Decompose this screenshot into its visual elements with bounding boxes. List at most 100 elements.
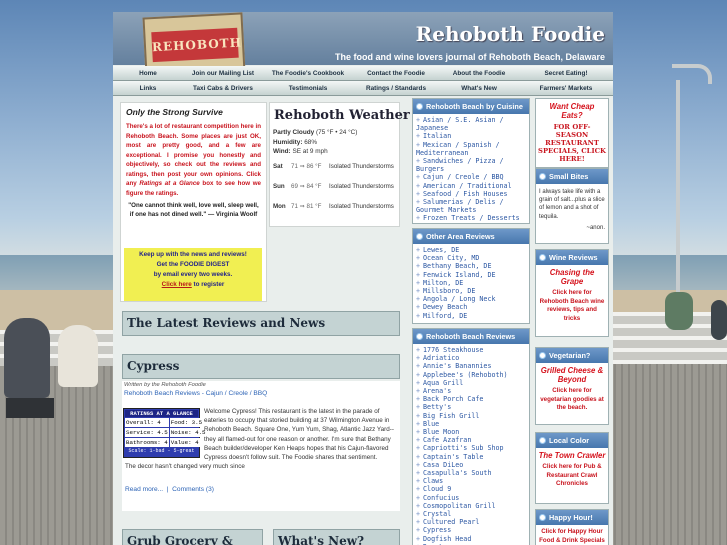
happy-hour-box[interactable]: Happy Hour! Click for Happy Hour Food & … (535, 509, 609, 545)
list-item[interactable]: + Sandwiches / Pizza / Burgers (416, 157, 526, 173)
list-item[interactable]: + Milford, DE (416, 312, 526, 320)
weather-title: Rehoboth Weather (274, 108, 410, 123)
list-item[interactable]: + Captain's Table (416, 453, 526, 461)
list-item[interactable]: + Bethany Beach, DE (416, 262, 526, 270)
site-header: REHOBOTH Rehoboth Foodie The food and wi… (113, 12, 613, 78)
whats-new-heading[interactable]: What's New? (273, 529, 400, 545)
list-item[interactable]: + Dewey Beach (416, 303, 526, 311)
local-color-box[interactable]: Local Color The Town Crawler Click here … (535, 432, 609, 504)
list-item[interactable]: + Ocean City, MD (416, 254, 526, 262)
plus-icon: + (416, 262, 421, 271)
grub-heading[interactable]: Grub Grocery & Deli (122, 529, 263, 545)
nav-farmers-markets[interactable]: Farmers' Markets (519, 85, 613, 92)
nav-ratings[interactable]: Ratings / Standards (353, 85, 439, 92)
nav-contact[interactable]: Contact the Foodie (353, 70, 439, 77)
ratings-at-a-glance[interactable]: RATINGS AT A GLANCE Overall: 4 Food: 3.5… (123, 408, 207, 458)
list-item-label: Milton, DE (423, 278, 464, 287)
list-item[interactable]: + Arena's (416, 387, 526, 395)
cuisine-title: Rehoboth Beach by Cuisine (426, 102, 523, 111)
list-item[interactable]: + Cloud 9 (416, 485, 526, 493)
cuisine-box: Rehoboth Beach by Cuisine + Asian / S.E. … (412, 98, 530, 224)
read-more-link[interactable]: Read more... (125, 486, 163, 493)
list-item[interactable]: + Lewes, DE (416, 246, 526, 254)
nav-links[interactable]: Links (113, 85, 183, 92)
nav-whats-new[interactable]: What's New (439, 85, 519, 92)
cuisine-list: + Asian / S.E. Asian / Japanese + Italian + M… (413, 114, 529, 225)
list-item[interactable]: + Dogfish Head (416, 535, 526, 543)
person-sitting (4, 318, 50, 398)
list-item[interactable]: + Cypress (416, 526, 526, 534)
list-item[interactable]: + Asian / S.E. Asian / Japanese (416, 116, 526, 132)
list-item[interactable]: + Casa DiLeo (416, 461, 526, 469)
reviews-header: Rehoboth Beach Reviews (413, 329, 529, 344)
site-title[interactable]: Rehoboth Foodie (416, 22, 605, 46)
small-bites-text: I always take life with a grain of salt.… (539, 189, 605, 220)
list-item[interactable]: + Cosmopolitan Grill (416, 502, 526, 510)
list-item[interactable]: + Blue Moon (416, 428, 526, 436)
nav-mailing-list[interactable]: Join our Mailing List (183, 70, 263, 77)
list-item[interactable]: + Back Porch Cafe (416, 395, 526, 403)
nav-cookbook[interactable]: The Foodie's Cookbook (263, 70, 353, 77)
list-item[interactable]: + Mexican / Spanish / Mediterranean (416, 141, 526, 157)
vegetarian-box[interactable]: Vegetarian? Grilled Cheese & Beyond Clic… (535, 347, 609, 425)
list-item-label: Italian (423, 132, 452, 141)
list-item[interactable]: + Cultured Pearl (416, 518, 526, 526)
nav-taxi[interactable]: Taxi Cabs & Drivers (183, 85, 263, 92)
list-item-label: Aqua Grill (423, 378, 464, 387)
list-item-label: Cultured Pearl (423, 518, 480, 527)
plus-icon: + (416, 311, 421, 320)
digest-register-link[interactable]: Click here (162, 281, 192, 288)
list-item[interactable]: + Salumerias / Delis / Gourmet Markets (416, 198, 526, 214)
nav-testimonials[interactable]: Testimonials (263, 85, 353, 92)
list-item[interactable]: + Confucius (416, 494, 526, 502)
digest-line-2: Get the FOODIE DIGEST (156, 261, 230, 268)
list-item-label: Back Porch Cafe (423, 395, 484, 404)
list-item[interactable]: + Cafe Azafran (416, 436, 526, 444)
post-title[interactable]: Cypress (122, 354, 400, 379)
nav-secret-eating[interactable]: Secret Eating! (519, 70, 613, 77)
small-bites-signature: ~anon. (586, 224, 605, 231)
list-item[interactable]: + Aqua Grill (416, 379, 526, 387)
list-item[interactable]: + Italian (416, 132, 526, 140)
wind-label: Wind: (273, 148, 291, 155)
list-item[interactable]: + Betty's (416, 403, 526, 411)
list-item[interactable]: + Angola / Long Neck (416, 295, 526, 303)
comments-link[interactable]: Comments (3) (172, 486, 214, 493)
list-item[interactable]: + Blue (416, 420, 526, 428)
list-item-label: Dogfish Head (423, 534, 472, 543)
post-categories[interactable]: Rehoboth Beach Reviews - Cajun / Creole … (124, 390, 400, 397)
digest-register-text: to register (193, 281, 225, 288)
plus-icon: + (416, 460, 421, 469)
list-item[interactable]: + Casapulla's South (416, 469, 526, 477)
list-item[interactable]: + Crystal (416, 510, 526, 518)
list-item[interactable]: +1776 Steakhouse (416, 346, 526, 354)
list-item[interactable]: + Fenwick Island, DE (416, 271, 526, 279)
list-item[interactable]: + Big Fish Grill (416, 412, 526, 420)
list-item[interactable]: + American / Traditional (416, 182, 526, 190)
list-item-label: Annie's Banannies (423, 362, 492, 371)
list-item[interactable]: + Millsboro, DE (416, 287, 526, 295)
list-item[interactable]: + Annie's Banannies (416, 362, 526, 370)
plus-icon: + (416, 354, 421, 363)
wine-reviews-box[interactable]: Wine Reviews Chasing the Grape Click her… (535, 249, 609, 337)
nav-home[interactable]: Home (113, 70, 183, 77)
list-item-label: Crystal (423, 510, 452, 519)
secondary-nav: Links Taxi Cabs & Drivers Testimonials R… (113, 81, 613, 96)
list-item-label: Cajun / Creole / BBQ (423, 173, 504, 182)
reviews-title: Rehoboth Beach Reviews (426, 332, 516, 341)
list-item[interactable]: + Milton, DE (416, 279, 526, 287)
nav-about[interactable]: About the Foodie (439, 70, 519, 77)
list-item[interactable]: + Cajun / Creole / BBQ (416, 173, 526, 181)
rating-value: Value: 4 (169, 438, 207, 447)
plate-icon (539, 173, 546, 180)
list-item[interactable]: + Capriotti's Sub Shop (416, 444, 526, 452)
plus-icon: + (416, 534, 421, 543)
plus-icon: + (416, 518, 421, 527)
cheap-eats-box[interactable]: Want Cheap Eats? FOR OFF-SEASON RESTAURA… (535, 98, 609, 168)
list-item[interactable]: + Adriatico (416, 354, 526, 362)
list-item[interactable]: + Seafood / Fish Houses (416, 190, 526, 198)
list-item[interactable]: + Frozen Treats / Desserts (416, 214, 526, 222)
forecast-row: Sat 71 ⇒ 86 °F Isolated Thunderstorms (273, 157, 396, 177)
list-item[interactable]: + Applebee's (Rehoboth) (416, 371, 526, 379)
list-item[interactable]: + Claws (416, 477, 526, 485)
